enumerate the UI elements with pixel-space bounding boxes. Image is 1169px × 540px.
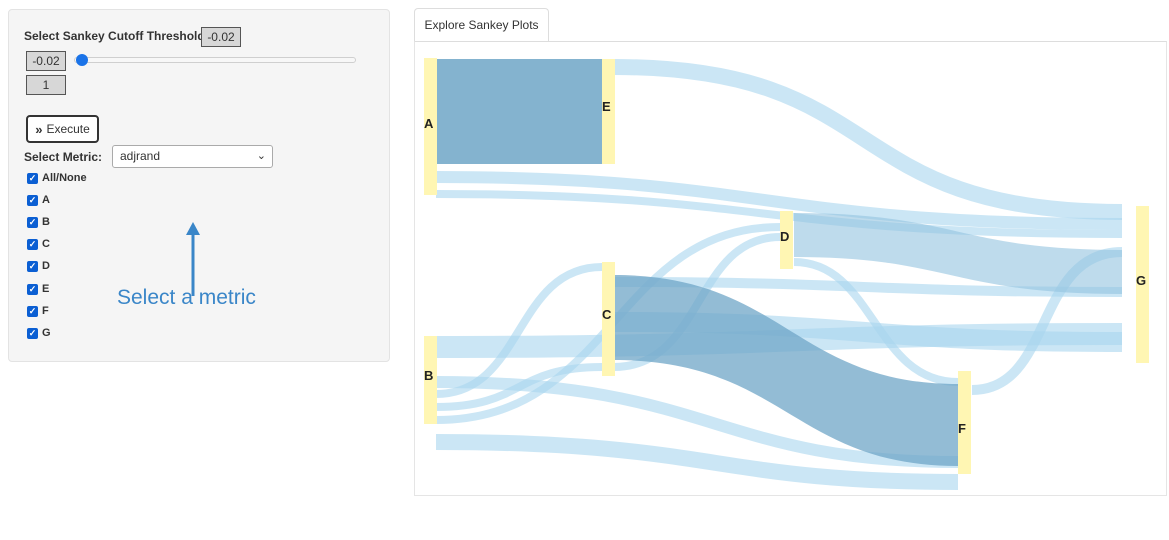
checkbox-e[interactable]: ✓ E (27, 281, 49, 297)
chevron-down-icon: ⌄ (256, 150, 266, 162)
sankey-node-label-c: C (602, 307, 612, 322)
double-chevron-right-icon: » (35, 121, 43, 137)
checkbox-label: A (42, 194, 50, 206)
sankey-node-label-b: B (424, 368, 433, 383)
annotation-text: Select a metric (117, 286, 256, 309)
checkbox-checked-icon[interactable]: ✓ (27, 238, 38, 250)
threshold-label: Select Sankey Cutoff Threshold: (24, 29, 209, 43)
checkbox-checked-icon[interactable]: ✓ (27, 216, 38, 228)
checkbox-g[interactable]: ✓ G (27, 325, 51, 341)
checkbox-checked-icon[interactable]: ✓ (27, 172, 38, 184)
metric-select-value: adjrand (120, 149, 161, 163)
sankey-link-a-e[interactable] (436, 59, 602, 164)
checkbox-label: All/None (42, 172, 87, 184)
checkbox-d[interactable]: ✓ D (27, 258, 50, 274)
sankey-link-b-c[interactable] (435, 263, 603, 398)
execute-button-label: Execute (46, 122, 90, 136)
checkbox-a[interactable]: ✓ A (27, 192, 50, 208)
execute-button[interactable]: » Execute (26, 115, 99, 143)
checkbox-checked-icon[interactable]: ✓ (27, 260, 38, 272)
checkbox-b[interactable]: ✓ B (27, 214, 50, 230)
threshold-slider-handle[interactable] (76, 54, 88, 66)
tab-explore-sankey-plots[interactable]: Explore Sankey Plots (414, 8, 549, 42)
checkbox-checked-icon[interactable]: ✓ (27, 305, 38, 317)
checkbox-checked-icon[interactable]: ✓ (27, 327, 38, 339)
checkbox-label: E (42, 283, 50, 295)
checkbox-label: B (42, 216, 50, 228)
sankey-node-label-f: F (958, 421, 966, 436)
sankey-diagram: A B C D E F G (424, 58, 1149, 490)
checkbox-all-none[interactable]: ✓ All/None (27, 170, 87, 186)
sankey-link-d-g[interactable] (793, 213, 1123, 294)
sankey-node-label-d: D (780, 229, 789, 244)
sankey-node-label-e: E (602, 99, 611, 114)
metric-label: Select Metric: (24, 150, 103, 164)
sankey-node-label-a: A (424, 116, 434, 131)
threshold-value: -0.02 (201, 27, 241, 47)
slider-min-value: -0.02 (26, 51, 66, 71)
checkbox-checked-icon[interactable]: ✓ (27, 283, 38, 295)
sankey-link-c-f[interactable] (614, 275, 958, 466)
checkbox-c[interactable]: ✓ C (27, 236, 50, 252)
checkbox-f[interactable]: ✓ F (27, 303, 49, 319)
sankey-node-label-g: G (1136, 273, 1146, 288)
checkbox-label: D (42, 260, 50, 272)
checkbox-checked-icon[interactable]: ✓ (27, 194, 38, 206)
slider-max-value: 1 (26, 75, 66, 95)
checkbox-label: F (42, 305, 49, 317)
checkbox-label: C (42, 238, 50, 250)
metric-select[interactable]: adjrand ⌄ (112, 145, 273, 168)
threshold-slider-track[interactable] (74, 57, 356, 63)
checkbox-label: G (42, 327, 51, 339)
